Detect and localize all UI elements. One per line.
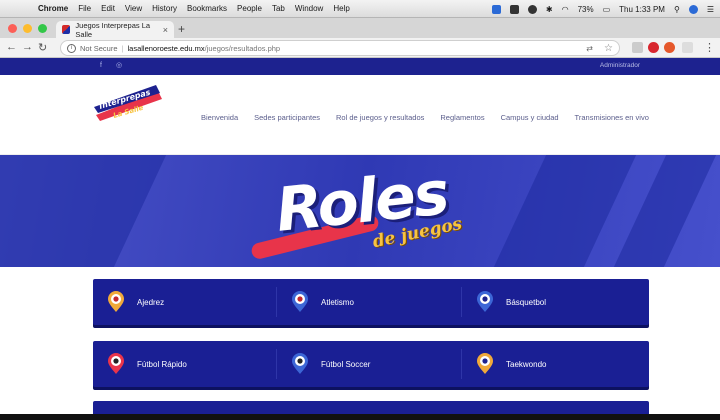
forward-arrow-icon[interactable]: →: [22, 41, 33, 53]
menu-people[interactable]: People: [237, 4, 262, 13]
window-bottom-edge: [0, 414, 720, 420]
new-tab-button[interactable]: +: [178, 22, 185, 36]
soccer-ball-pin-icon: [108, 353, 124, 374]
info-icon[interactable]: i: [67, 43, 76, 53]
url-host: lasallenoroeste.edu.mx: [127, 43, 205, 53]
window-controls: [8, 24, 47, 33]
main-navigation: Bienvenida Sedes participantes Rol de ju…: [201, 113, 649, 122]
notification-center-icon[interactable]: ☰: [707, 5, 714, 14]
battery-icon[interactable]: ▭: [603, 5, 611, 14]
chrome-menu-icon[interactable]: ⋮: [704, 41, 715, 54]
sport-label: Básquetbol: [506, 297, 547, 307]
admin-link[interactable]: Administrador: [600, 62, 640, 69]
extension-red-icon[interactable]: [664, 42, 675, 53]
basketball-pin-icon: [477, 291, 493, 312]
sport-futbol-soccer[interactable]: Fútbol Soccer: [291, 341, 370, 387]
tab-title: Juegos Interprepas La Salle: [75, 20, 151, 39]
battery-percent[interactable]: 73%: [578, 5, 594, 14]
wifi-icon[interactable]: ◠: [562, 5, 569, 14]
soccer-pin-icon: [292, 353, 308, 374]
athletics-pin-icon: [292, 291, 308, 312]
instagram-icon[interactable]: ◎: [114, 61, 124, 71]
browser-toolbar: ← → ↻ i Not Secure | lasallenoroeste.edu…: [0, 38, 720, 58]
pinterest-icon[interactable]: [648, 42, 659, 53]
site-top-bar: f ◎ Administrador: [0, 58, 720, 75]
url-path: /juegos/resultados.php: [204, 43, 281, 53]
nav-bienvenida[interactable]: Bienvenida: [201, 113, 238, 122]
extension-icon[interactable]: [632, 42, 643, 53]
taekwondo-pin-icon: [477, 353, 493, 374]
web-page: f ◎ Administrador Juegos Interprepas La …: [0, 58, 720, 420]
column-divider: [276, 349, 277, 379]
status-owl-icon[interactable]: [527, 4, 537, 14]
facebook-icon[interactable]: f: [96, 61, 106, 71]
spotlight-search-icon[interactable]: ⚲: [674, 5, 680, 14]
address-bar[interactable]: i Not Secure | lasallenoroeste.edu.mx /j…: [60, 40, 620, 56]
menubar-clock[interactable]: Thu 1:33 PM: [619, 5, 665, 14]
sports-row-1: Ajedrez Atletismo Básquetbol: [93, 279, 649, 325]
menu-bookmarks[interactable]: Bookmarks: [187, 4, 227, 13]
status-record-icon[interactable]: [509, 4, 519, 14]
browser-tab-active[interactable]: Juegos Interprepas La Salle ×: [56, 20, 174, 39]
sport-label: Ajedrez: [137, 297, 165, 307]
macos-menubar: Chrome File Edit View History Bookmarks …: [0, 0, 720, 18]
sport-label: Atletismo: [321, 297, 354, 307]
nav-reglamentos[interactable]: Reglamentos: [440, 113, 484, 122]
bluetooth-icon[interactable]: ✱: [546, 5, 553, 14]
sports-row-2: Fútbol Rápido Fútbol Soccer Taekwondo: [93, 341, 649, 387]
column-divider: [461, 287, 462, 317]
nav-campus-y-ciudad[interactable]: Campus y ciudad: [501, 113, 559, 122]
minimize-window-button[interactable]: [23, 24, 32, 33]
sport-basquetbol[interactable]: Básquetbol: [476, 279, 546, 325]
status-app-icon[interactable]: [491, 4, 501, 14]
security-status: Not Secure: [80, 43, 118, 53]
site-favicon-icon: [62, 25, 71, 34]
chess-pin-icon: [108, 291, 124, 312]
sport-atletismo[interactable]: Atletismo: [291, 279, 354, 325]
menu-tab[interactable]: Tab: [272, 4, 285, 13]
site-header: Juegos Interprepas La Salle Bienvenida S…: [0, 75, 720, 155]
menu-view[interactable]: View: [125, 4, 142, 13]
sport-label: Taekwondo: [506, 359, 547, 369]
nav-sedes-participantes[interactable]: Sedes participantes: [254, 113, 320, 122]
reload-icon[interactable]: ↻: [38, 41, 47, 54]
bookmark-star-icon[interactable]: ☆: [604, 43, 613, 54]
menu-app-name[interactable]: Chrome: [38, 4, 68, 13]
hero-stripe-right: [493, 155, 637, 267]
hero-banner: Roles de juegos: [0, 155, 720, 267]
menu-edit[interactable]: Edit: [101, 4, 115, 13]
url-separator: |: [121, 43, 124, 53]
close-window-button[interactable]: [8, 24, 17, 33]
menu-help[interactable]: Help: [333, 4, 349, 13]
hero-stripe-far-right: [613, 155, 717, 267]
juegos-interprepas-logo[interactable]: Juegos Interprepas La Salle: [92, 85, 164, 123]
menu-window[interactable]: Window: [295, 4, 323, 13]
sport-label: Fútbol Rápido: [137, 359, 187, 369]
extension-gray-icon[interactable]: [682, 42, 693, 53]
sport-label: Fútbol Soccer: [321, 359, 371, 369]
hero-stripe-left: [0, 155, 167, 267]
sport-taekwondo[interactable]: Taekwondo: [476, 341, 546, 387]
translate-icon[interactable]: ⇄: [586, 44, 593, 53]
sport-ajedrez[interactable]: Ajedrez: [107, 279, 164, 325]
column-divider: [276, 287, 277, 317]
back-arrow-icon[interactable]: ←: [6, 41, 17, 53]
nav-rol-de-juegos[interactable]: Rol de juegos y resultados: [336, 113, 424, 122]
menu-file[interactable]: File: [78, 4, 91, 13]
maximize-window-button[interactable]: [38, 24, 47, 33]
nav-transmisiones[interactable]: Transmisiones en vivo: [575, 113, 649, 122]
social-links: f ◎: [96, 61, 124, 71]
sports-grid: Ajedrez Atletismo Básquetbol Fútbol Rápi…: [0, 267, 720, 420]
menu-history[interactable]: History: [152, 4, 177, 13]
sport-futbol-rapido[interactable]: Fútbol Rápido: [107, 341, 187, 387]
siri-icon[interactable]: [688, 4, 698, 14]
browser-tab-strip: Juegos Interprepas La Salle × +: [0, 18, 720, 39]
close-tab-icon[interactable]: ×: [163, 25, 168, 35]
column-divider: [461, 349, 462, 379]
